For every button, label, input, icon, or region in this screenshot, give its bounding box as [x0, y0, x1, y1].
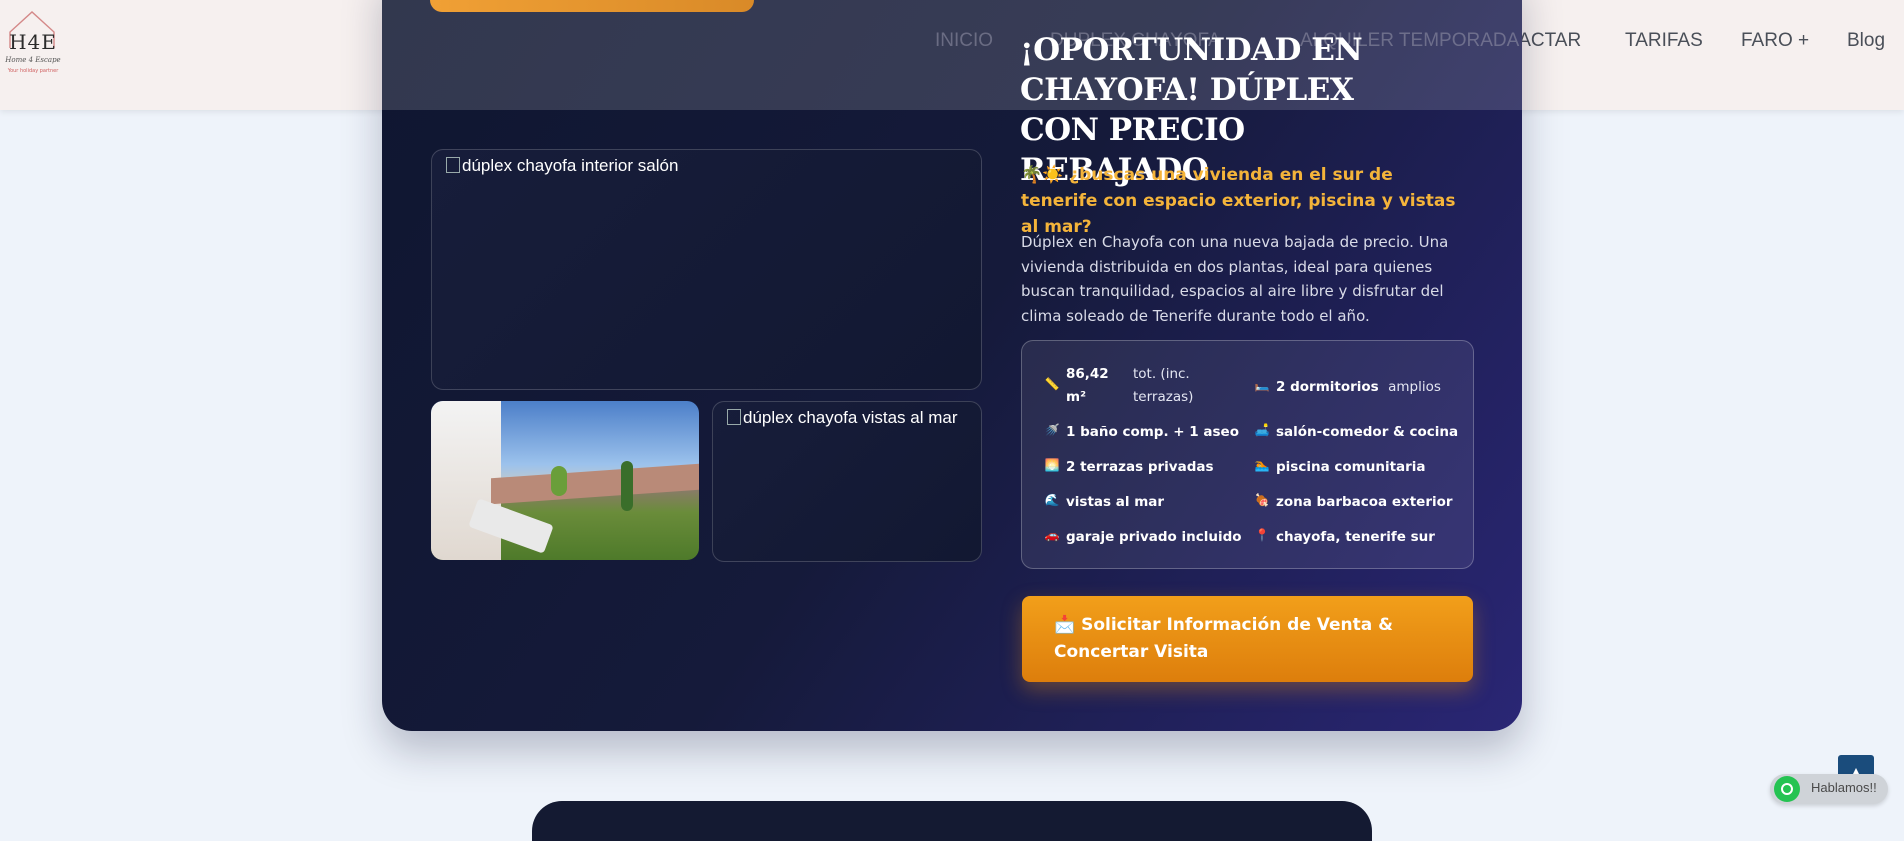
feature-area-note: tot. (inc. terrazas) — [1133, 366, 1194, 405]
previous-cta-button[interactable] — [430, 0, 754, 12]
nav-tarifas[interactable]: TARIFAS — [1625, 30, 1703, 52]
nav-faro[interactable]: FARO + — [1741, 30, 1809, 52]
feature-bedrooms-note: amplios — [1388, 379, 1441, 395]
feature-pool-label: piscina comunitaria — [1276, 459, 1426, 475]
feature-bedrooms-label: 2 dormitorios — [1276, 379, 1379, 395]
logo-small-text: Your holiday partner — [7, 68, 59, 74]
feature-terraces-label: 2 terrazas privadas — [1066, 459, 1214, 475]
sea-view-image[interactable]: dúplex chayofa vistas al mar — [712, 401, 982, 562]
bbq-icon: 🍖 — [1254, 493, 1270, 507]
sunrise-icon: 🌅 — [1044, 458, 1060, 472]
sofa-icon: 🛋️ — [1254, 423, 1270, 437]
feature-garage-label: garaje privado incluido — [1066, 529, 1242, 545]
terrace-photo[interactable] — [431, 401, 699, 560]
whatsapp-chat-button[interactable]: Hablamos!! — [1770, 774, 1888, 804]
features-box: 📏 86,42 m² tot. (inc. terrazas) 🛏️ 2 dor… — [1021, 340, 1474, 569]
nav-inicio-faded[interactable]: INICIO — [935, 30, 993, 52]
shower-icon: 🚿 — [1044, 423, 1060, 437]
whatsapp-icon — [1774, 776, 1800, 802]
next-section-card — [532, 801, 1372, 841]
feature-seaview-label: vistas al mar — [1066, 494, 1165, 510]
whatsapp-label: Hablamos!! — [1811, 780, 1877, 795]
listing-description: Dúplex en Chayofa con una nueva bajada d… — [1021, 233, 1449, 325]
car-icon: 🚗 — [1044, 528, 1060, 542]
feature-bbq-label: zona barbacoa exterior — [1276, 494, 1453, 510]
ruler-icon: 📏 — [1044, 377, 1060, 391]
feature-bath-label: 1 baño comp. + 1 aseo — [1066, 424, 1239, 440]
main-image-alt: dúplex chayofa interior salón — [446, 156, 678, 176]
wave-icon: 🌊 — [1044, 493, 1060, 507]
swimmer-icon: 🏊 — [1254, 458, 1270, 472]
bed-icon: 🛏️ — [1254, 378, 1270, 392]
pin-icon: 📍 — [1254, 528, 1270, 542]
main-image[interactable]: dúplex chayofa interior salón — [431, 149, 982, 390]
sea-view-image-alt: dúplex chayofa vistas al mar — [727, 408, 958, 428]
request-info-button[interactable]: 📩 Solicitar Información de Venta & Conce… — [1022, 596, 1473, 682]
feature-location-label: chayofa, tenerife sur — [1276, 529, 1435, 545]
listing-subhead: 🌴☀️ ¿buscas una vivienda en el sur de te… — [1021, 165, 1456, 237]
request-info-label: 📩 Solicitar Información de Venta & Conce… — [1054, 615, 1393, 662]
nav-blog[interactable]: Blog — [1847, 30, 1885, 52]
feature-area-value: 86,42 m² — [1066, 366, 1109, 405]
feature-living-label: salón-comedor & cocina — [1276, 424, 1459, 440]
